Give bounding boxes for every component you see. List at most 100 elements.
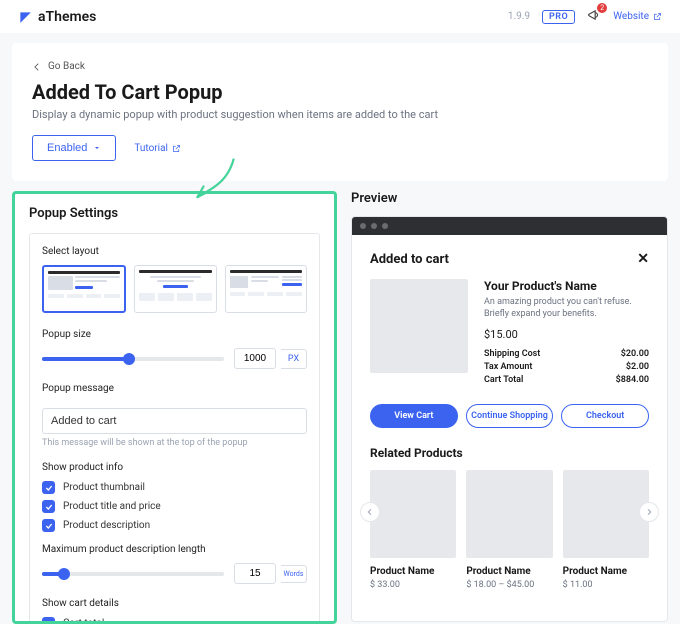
max-desc-input[interactable] [234, 563, 276, 584]
preview-body: Added to cart ✕ Your Product's Name An a… [352, 235, 667, 606]
product-row: Your Product's Name An amazing product y… [370, 279, 649, 388]
preview-heading: Preview [351, 191, 668, 206]
related-card-3[interactable]: Product Name $ 11.00 [563, 470, 649, 590]
popup-size-input[interactable] [234, 348, 276, 369]
cost-row-shipping: Shipping Cost $20.00 [484, 349, 649, 359]
chevron-left-icon [366, 508, 374, 516]
related-thumbnail [563, 470, 649, 558]
announcement-icon[interactable]: 2 [587, 8, 601, 25]
related-products-row: Product Name $ 33.00 Product Name $ 18.0… [370, 470, 649, 590]
related-price: $ 11.00 [563, 580, 649, 590]
product-thumbnail [370, 279, 468, 373]
popup-message-input[interactable] [42, 408, 307, 434]
cost-label: Tax Amount [484, 362, 532, 372]
atc-title: Added to cart [370, 252, 449, 267]
enabled-dropdown-label: Enabled [47, 142, 87, 154]
check-label: Product description [63, 520, 150, 531]
checkout-button[interactable]: Checkout [561, 404, 649, 428]
window-dot-icon [360, 223, 366, 229]
window-dot-icon [382, 223, 388, 229]
notification-count-badge: 2 [597, 3, 607, 13]
settings-column: Popup Settings Select layout [12, 191, 337, 624]
brand-icon [18, 10, 32, 24]
website-link[interactable]: Website [613, 11, 662, 22]
atc-header: Added to cart ✕ [370, 251, 649, 267]
window-titlebar [352, 217, 667, 235]
check-cart-total[interactable]: Cart total [42, 617, 307, 624]
popup-buttons: View Cart Continue Shopping Checkout [370, 404, 649, 428]
show-product-info-label: Show product info [42, 462, 307, 473]
related-price: $ 33.00 [370, 580, 456, 590]
check-label: Product title and price [63, 501, 161, 512]
popup-size-slider-row: PX [42, 348, 307, 369]
product-name: Your Product's Name [484, 279, 649, 293]
arrow-left-icon [32, 62, 42, 72]
go-back-link[interactable]: Go Back [32, 61, 648, 72]
max-desc-label: Maximum product description length [42, 544, 307, 555]
view-cart-button[interactable]: View Cart [370, 404, 458, 428]
cost-row-tax: Tax Amount $2.00 [484, 362, 649, 372]
tutorial-link-label: Tutorial [134, 143, 168, 154]
max-desc-unit: Words [281, 565, 307, 583]
version-text: 1.9.9 [508, 11, 530, 22]
slider-thumb[interactable] [58, 568, 70, 580]
settings-body: Select layout [29, 233, 320, 624]
close-icon[interactable]: ✕ [637, 251, 649, 267]
popup-message-label: Popup message [42, 383, 307, 394]
checkbox-icon [42, 500, 55, 513]
preview-window: Added to cart ✕ Your Product's Name An a… [351, 216, 668, 622]
cost-value: $2.00 [626, 362, 649, 372]
external-link-icon [172, 144, 181, 153]
page-subtitle: Display a dynamic popup with product sug… [32, 108, 648, 121]
continue-shopping-button[interactable]: Continue Shopping [466, 404, 554, 428]
popup-size-slider[interactable] [42, 357, 224, 361]
related-thumbnail [466, 470, 552, 558]
cost-value: $20.00 [621, 349, 649, 359]
cost-label: Cart Total [484, 375, 523, 385]
cost-value: $884.00 [616, 375, 649, 385]
topbar: aThemes 1.9.9 PRO 2 Website [0, 0, 680, 33]
settings-heading: Popup Settings [29, 206, 320, 221]
related-thumbnail [370, 470, 456, 558]
topbar-right: 1.9.9 PRO 2 Website [508, 8, 662, 25]
layout-options [42, 265, 307, 313]
window-dot-icon [371, 223, 377, 229]
website-link-label: Website [613, 11, 649, 22]
page-header-card: Go Back Added To Cart Popup Display a dy… [12, 43, 668, 181]
max-desc-slider-row: Words [42, 563, 307, 584]
check-product-thumbnail[interactable]: Product thumbnail [42, 481, 307, 494]
brand: aThemes [18, 9, 96, 25]
related-card-2[interactable]: Product Name $ 18.00 – $45.00 [466, 470, 552, 590]
related-name: Product Name [466, 566, 552, 577]
checkbox-icon [42, 481, 55, 494]
layout-option-1[interactable] [42, 265, 126, 313]
check-product-description[interactable]: Product description [42, 519, 307, 532]
slider-thumb[interactable] [123, 353, 135, 365]
layout-option-3[interactable] [225, 265, 307, 313]
product-price: $15.00 [484, 328, 649, 341]
max-desc-slider[interactable] [42, 572, 224, 576]
show-cart-details-label: Show cart details [42, 598, 307, 609]
page-actions: Enabled Tutorial [32, 135, 648, 161]
select-layout-label: Select layout [42, 246, 307, 257]
go-back-label: Go Back [48, 61, 85, 72]
page-title: Added To Cart Popup [32, 80, 648, 104]
popup-settings-panel: Popup Settings Select layout [12, 191, 337, 624]
layout-option-2[interactable] [134, 265, 216, 313]
tutorial-link[interactable]: Tutorial [134, 143, 181, 154]
preview-column: Preview Added to cart ✕ Your Product's N… [351, 191, 668, 624]
check-label: Product thumbnail [63, 482, 145, 493]
chevron-right-icon [645, 508, 653, 516]
carousel-next-button[interactable] [639, 502, 659, 522]
check-label: Cart total [63, 618, 104, 624]
check-product-title-price[interactable]: Product title and price [42, 500, 307, 513]
external-link-icon [653, 12, 662, 21]
enabled-dropdown[interactable]: Enabled [32, 135, 116, 161]
cost-label: Shipping Cost [484, 349, 540, 359]
chevron-down-icon [93, 144, 101, 152]
popup-size-label: Popup size [42, 329, 307, 340]
related-card-1[interactable]: Product Name $ 33.00 [370, 470, 456, 590]
brand-name: aThemes [38, 9, 96, 25]
checkbox-icon [42, 519, 55, 532]
product-info: Your Product's Name An amazing product y… [484, 279, 649, 388]
